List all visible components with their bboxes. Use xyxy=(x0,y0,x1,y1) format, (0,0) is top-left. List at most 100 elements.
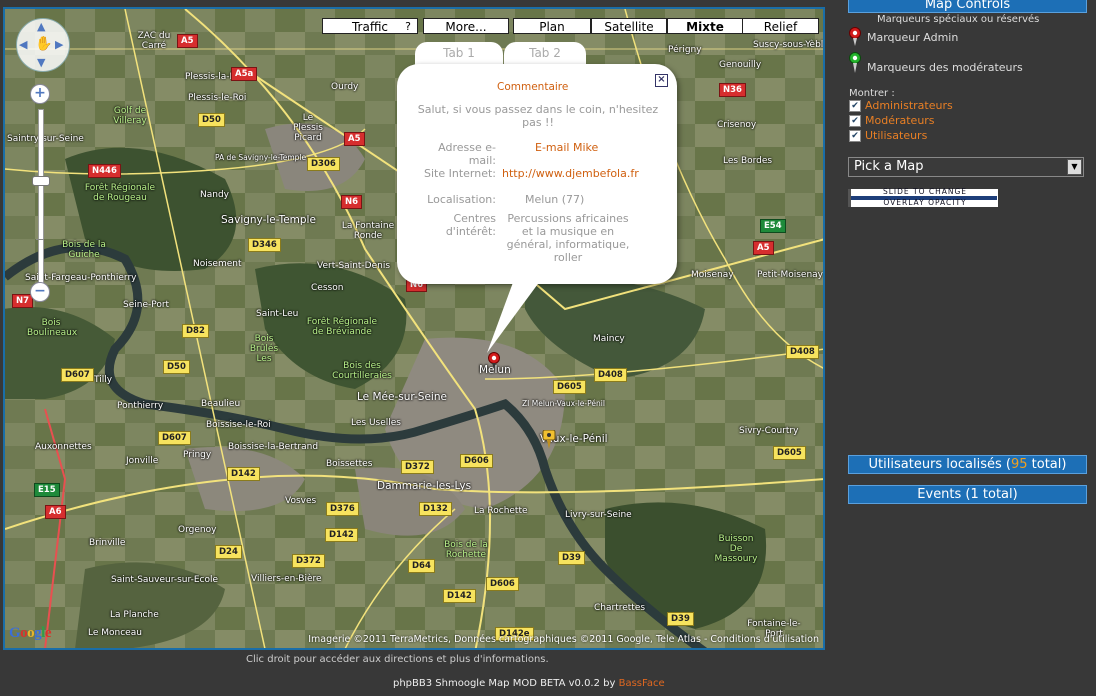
place-label: Tilly xyxy=(94,375,113,385)
place-label: Bois de la Guiche xyxy=(62,240,106,260)
place-label: Nandy xyxy=(200,190,229,200)
located-users-button[interactable]: Utilisateurs localisés (95 total) xyxy=(848,455,1087,474)
place-label: Boissise-la-Bertrand xyxy=(228,442,319,452)
traffic-button[interactable]: Traffic ? xyxy=(322,18,418,34)
plan-button[interactable]: Plan xyxy=(513,18,591,34)
overlay-opacity-slider[interactable]: SLIDE TO CHANGE OVERLAY OPACITY xyxy=(848,188,998,207)
map-attribution[interactable]: Imagerie ©2011 TerraMetrics, Données car… xyxy=(308,634,819,645)
road-shield: D306 xyxy=(307,157,340,171)
place-label: La Rochette xyxy=(474,506,528,516)
pick-map-value: Pick a Map xyxy=(854,159,924,174)
chevron-down-icon[interactable]: ▼ xyxy=(1067,159,1082,175)
opacity-slider-knob[interactable] xyxy=(848,189,851,207)
place-label: Dammarie-les-Lys xyxy=(377,480,472,492)
place-label: Bois des Courtilleraies xyxy=(332,361,392,381)
road-shield: N36 xyxy=(719,83,746,97)
road-shield: D607 xyxy=(61,368,94,382)
info-tab-2[interactable]: Tab 2 xyxy=(504,42,586,66)
filter-admins[interactable]: ✔ Administrateurs xyxy=(849,99,999,112)
user-marker-icon[interactable] xyxy=(541,430,557,450)
email-link[interactable]: E-mail Mike xyxy=(535,141,598,154)
road-shield: D142 xyxy=(325,528,358,542)
road-shield: D372 xyxy=(292,554,325,568)
place-label: Saintry-sur-Seine xyxy=(7,134,84,144)
legend-admin-label: Marqueur Admin xyxy=(867,31,959,44)
place-label: Bois de la Rochette xyxy=(444,540,488,560)
map-hint: Clic droit pour accéder aux directions e… xyxy=(246,654,549,665)
road-shield: D372 xyxy=(401,460,434,474)
place-label: ZI Melun-Vaux-le-Pénil xyxy=(522,399,605,408)
place-label: Savigny-le-Temple xyxy=(221,214,316,226)
place-label: Forêt Régionale de Rougeau xyxy=(84,183,156,203)
road-shield: D605 xyxy=(553,380,586,394)
zoom-in-button[interactable]: + xyxy=(30,84,50,104)
place-label: Petit-Moisenay xyxy=(757,270,823,280)
road-shield: D408 xyxy=(594,368,627,382)
place-label: Ponthierry xyxy=(117,401,164,411)
satellite-button[interactable]: Satellite xyxy=(591,18,667,34)
pick-map-select[interactable]: Pick a Map ▼ xyxy=(848,157,1084,177)
show-label: Montrer : xyxy=(849,88,895,99)
special-markers-subtitle: Marqueurs spéciaux ou réservés xyxy=(877,14,1040,25)
road-shield: A6 xyxy=(45,505,66,519)
mixte-button[interactable]: Mixte xyxy=(667,18,743,34)
place-label: Le Monceau xyxy=(88,628,142,638)
close-icon[interactable]: × xyxy=(655,74,668,87)
place-label: Cesson xyxy=(311,283,344,293)
info-window-tail xyxy=(487,277,543,353)
site-link[interactable]: http://www.djembefola.fr xyxy=(502,167,639,180)
pan-control[interactable]: ▲ ▼ ◀ ▶ ✋ xyxy=(16,18,70,72)
traffic-help-button[interactable]: ? xyxy=(405,19,411,35)
users-suffix: total) xyxy=(1027,457,1067,472)
place-label: Livry-sur-Seine xyxy=(565,510,632,520)
checkbox-users[interactable]: ✔ xyxy=(849,130,861,142)
place-label: Noisement xyxy=(193,259,242,269)
place-label: Le Mée-sur-Seine xyxy=(357,391,447,403)
footer-credit: phpBB3 Shmoogle Map MOD BETA v0.0.2 by B… xyxy=(393,678,665,689)
opacity-hint: SLIDE TO CHANGE OVERLAY OPACITY xyxy=(880,188,970,207)
road-shield: D607 xyxy=(158,431,191,445)
road-shield: N6 xyxy=(341,195,363,209)
map-canvas[interactable]: Saintry-sur-Seine Plessis-la-Forêt Pless… xyxy=(3,7,825,650)
place-label: Vert-Saint-Denis xyxy=(317,261,391,271)
road-shield: D142 xyxy=(443,589,476,603)
users-count: 95 xyxy=(1010,457,1028,472)
place-label: Saint-Leu xyxy=(256,309,299,319)
checkbox-moderators[interactable]: ✔ xyxy=(849,115,861,127)
info-tab-1[interactable]: Tab 1 xyxy=(415,42,503,66)
place-label: Crisenoy xyxy=(717,120,757,130)
zoom-slider-thumb[interactable] xyxy=(32,176,50,186)
place-label: Périgny xyxy=(668,45,702,55)
relief-button[interactable]: Relief xyxy=(742,18,819,34)
place-label: Pringy xyxy=(183,450,212,460)
filter-moderators[interactable]: ✔ Modérateurs xyxy=(849,114,999,127)
pan-right-icon[interactable]: ▶ xyxy=(55,39,63,50)
more-button[interactable]: More... xyxy=(423,18,509,34)
place-label: Sivry-Courtry xyxy=(739,426,799,436)
moderator-marker-icon xyxy=(849,52,861,73)
pan-up-icon[interactable]: ▲ xyxy=(37,21,45,32)
place-label: Auxonnettes xyxy=(35,442,92,452)
place-label: La Planche xyxy=(110,610,159,620)
place-label: Maincy xyxy=(593,334,625,344)
credit-author-link[interactable]: BassFace xyxy=(619,678,665,689)
place-label: Le Plessis Picard xyxy=(292,113,324,143)
pan-left-icon[interactable]: ◀ xyxy=(19,39,27,50)
zoom-out-button[interactable]: − xyxy=(30,282,50,302)
checkbox-admins[interactable]: ✔ xyxy=(849,100,861,112)
zoom-tick xyxy=(36,239,44,240)
zoom-slider-track[interactable] xyxy=(38,109,44,291)
place-label: Boissettes xyxy=(326,459,373,469)
filter-admins-label: Administrateurs xyxy=(865,99,953,112)
legend-moderators-label: Marqueurs des modérateurs xyxy=(867,61,1023,74)
events-button[interactable]: Events (1 total) xyxy=(848,485,1087,504)
filter-users[interactable]: ✔ Utilisateurs xyxy=(849,129,999,142)
pan-down-icon[interactable]: ▼ xyxy=(37,57,45,68)
road-shield: D142 xyxy=(227,467,260,481)
road-shield: D50 xyxy=(163,360,190,374)
place-label: Forêt Régionale de Bréviande xyxy=(306,317,378,337)
location-value: Melun (77) xyxy=(525,193,585,206)
admin-marker-icon xyxy=(849,27,861,46)
info-comment: Salut, si vous passez dans le coin, n'he… xyxy=(417,103,659,129)
road-shield: E15 xyxy=(34,483,60,497)
